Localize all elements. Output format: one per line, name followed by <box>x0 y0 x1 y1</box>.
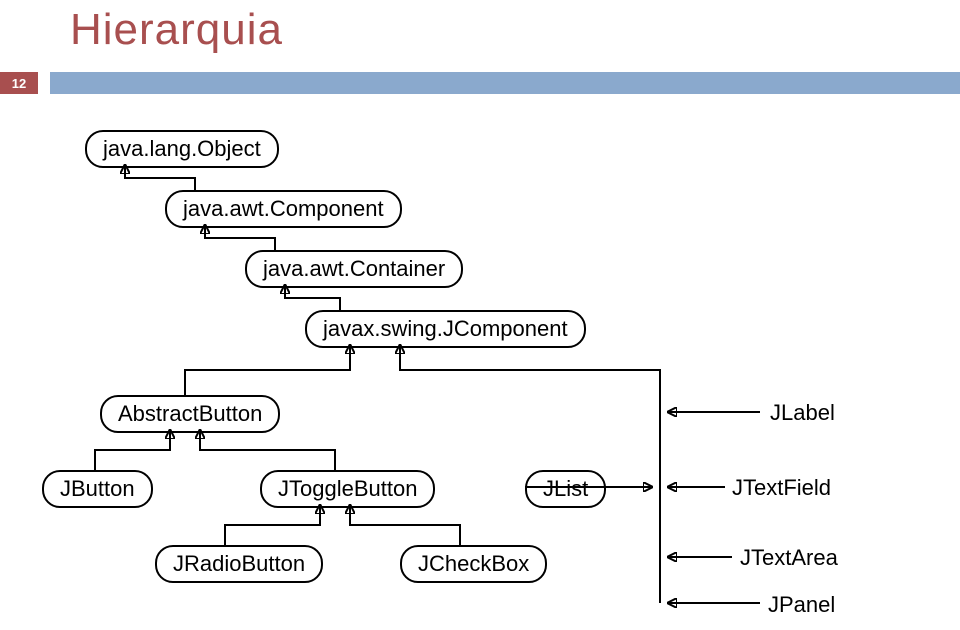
divider-bar <box>50 72 960 94</box>
leaf-jtextarea: JTextArea <box>740 545 838 571</box>
page-number-badge: 12 <box>0 72 38 94</box>
node-jcomponent: javax.swing.JComponent <box>305 310 586 348</box>
leaf-jpanel: JPanel <box>768 592 835 618</box>
node-jcheckbox: JCheckBox <box>400 545 547 583</box>
node-jlist: JList <box>525 470 606 508</box>
node-component: java.awt.Component <box>165 190 402 228</box>
node-container: java.awt.Container <box>245 250 463 288</box>
node-object: java.lang.Object <box>85 130 279 168</box>
node-jbutton: JButton <box>42 470 153 508</box>
leaf-jtextfield: JTextField <box>732 475 831 501</box>
node-jtogglebutton: JToggleButton <box>260 470 435 508</box>
node-jradiobutton: JRadioButton <box>155 545 323 583</box>
node-abstractbutton: AbstractButton <box>100 395 280 433</box>
slide-title: Hierarquia <box>70 5 283 55</box>
leaf-jlabel: JLabel <box>770 400 835 426</box>
